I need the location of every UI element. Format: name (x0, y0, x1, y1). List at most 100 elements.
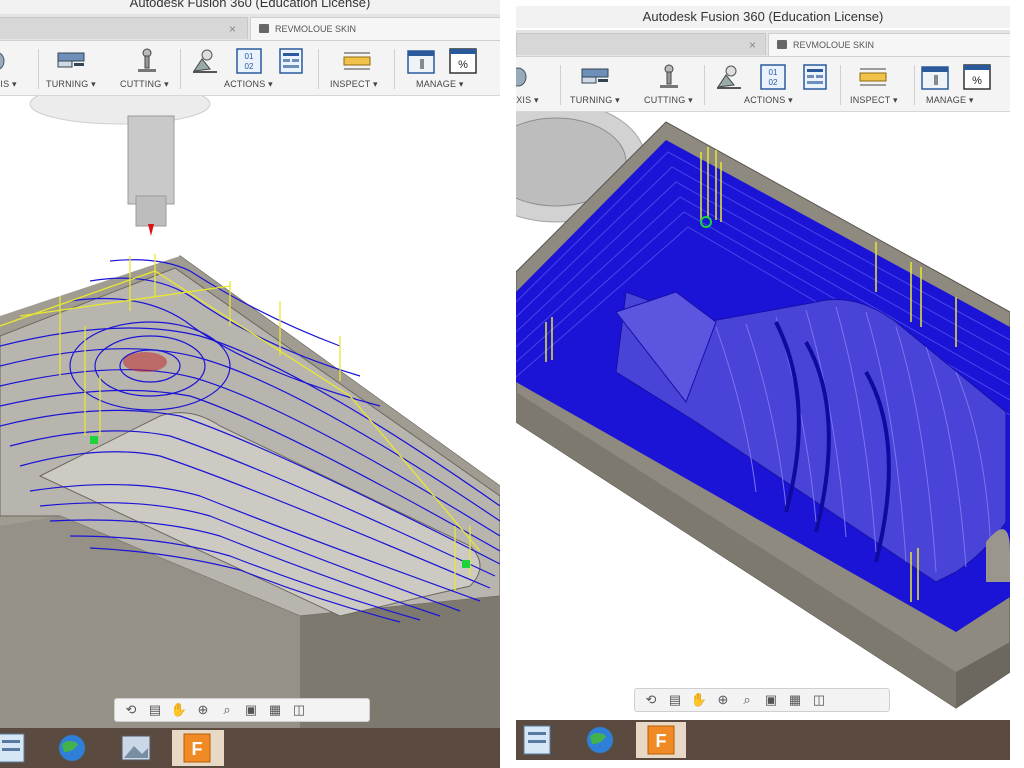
separator (38, 49, 39, 89)
setup-sheet-icon[interactable] (800, 63, 830, 91)
fusion-taskbar-button[interactable]: F (172, 730, 224, 766)
tab-bar: × REVMOLOUE SKIN (516, 30, 1010, 57)
post-process-icon[interactable]: 01 02 (758, 63, 788, 91)
cutting-icon[interactable] (132, 47, 162, 75)
tool-tip-shape (148, 224, 154, 236)
file-icon[interactable] (0, 730, 34, 766)
measure-icon[interactable] (858, 63, 888, 91)
close-icon[interactable]: × (749, 34, 756, 56)
toolpath-graphic[interactable] (516, 112, 1010, 720)
turning-label[interactable]: TURNING ▾ (570, 95, 620, 106)
setup-sheet-icon[interactable] (276, 47, 306, 75)
axis-label[interactable]: AXIS ▾ (516, 95, 539, 106)
inspect-label[interactable]: INSPECT ▾ (330, 79, 378, 90)
svg-text:%: % (458, 59, 468, 71)
actions-group: 01 02 ACTIONS ▾ (184, 41, 316, 95)
separator (914, 65, 915, 105)
zoom-icon[interactable]: ⌕ (217, 701, 237, 719)
simulate-icon[interactable] (190, 47, 220, 75)
separator (560, 65, 561, 105)
tool-library-icon[interactable] (920, 63, 950, 91)
tab-label: REVMOLOUE SKIN (275, 24, 357, 34)
tool-shank-shape (135, 195, 167, 227)
zoom-window-icon[interactable]: ⊕ (713, 691, 733, 709)
image-icon[interactable] (116, 730, 156, 766)
ribbon-toolbar: AXIS ▾ TURNING ▾ CUTTING ▾ (516, 57, 1010, 112)
manage-group: % MANAGE ▾ (918, 57, 1008, 111)
display-settings-icon[interactable]: ▣ (241, 701, 261, 719)
look-at-icon[interactable]: ▤ (665, 691, 685, 709)
inspect-group: INSPECT ▾ (322, 41, 392, 95)
canvas-viewport[interactable]: ⟲ ▤ ✋ ⊕ ⌕ ▣ ▦ ◫ (0, 96, 500, 728)
separator (318, 49, 319, 89)
svg-text:01: 01 (245, 52, 254, 61)
close-icon[interactable]: × (229, 18, 236, 40)
actions-label[interactable]: ACTIONS ▾ (224, 79, 273, 90)
viewports-icon[interactable]: ◫ (809, 691, 829, 709)
tab-inactive[interactable]: × (516, 33, 766, 55)
taskbar: F (516, 720, 1010, 760)
actions-group: 01 02 ACTIONS ▾ (708, 57, 838, 111)
svg-text:F: F (192, 739, 203, 759)
separator (180, 49, 181, 89)
axis-label[interactable]: AXIS ▾ (0, 79, 17, 90)
toolpath-marker (462, 560, 470, 568)
inspect-group: INSPECT ▾ (844, 57, 914, 111)
axis-icon[interactable] (0, 47, 18, 75)
navigation-bar: ⟲ ▤ ✋ ⊕ ⌕ ▣ ▦ ◫ (114, 698, 370, 722)
inspect-label[interactable]: INSPECT ▾ (850, 95, 898, 106)
turning-label[interactable]: TURNING ▾ (46, 79, 96, 90)
cube-icon (777, 40, 787, 49)
cutting-label[interactable]: CUTTING ▾ (644, 95, 693, 106)
manage-label[interactable]: MANAGE ▾ (416, 79, 464, 90)
fusion-icon: F (647, 725, 675, 755)
turning-group: TURNING ▾ (42, 41, 110, 95)
zoom-icon[interactable]: ⌕ (737, 691, 757, 709)
tab-active[interactable]: REVMOLOUE SKIN (768, 33, 1010, 56)
display-settings-icon[interactable]: ▣ (761, 691, 781, 709)
post-process-icon[interactable]: 01 02 (234, 47, 264, 75)
pan-icon[interactable]: ✋ (169, 701, 189, 719)
axis-group: AXIS ▾ (516, 57, 550, 111)
separator (704, 65, 705, 105)
orbit-icon[interactable]: ⟲ (121, 701, 141, 719)
grid-icon[interactable]: ▦ (785, 691, 805, 709)
svg-text:01: 01 (769, 68, 778, 77)
globe-icon[interactable] (52, 730, 92, 766)
cutting-group: CUTTING ▾ (636, 57, 700, 111)
tool-library-icon[interactable] (406, 47, 436, 75)
page-margin (1010, 0, 1024, 768)
cutting-icon[interactable] (654, 63, 684, 91)
measure-icon[interactable] (342, 47, 372, 75)
post-library-icon[interactable]: % (962, 63, 992, 91)
pan-icon[interactable]: ✋ (689, 691, 709, 709)
zoom-window-icon[interactable]: ⊕ (193, 701, 213, 719)
right-screenshot-panel: Autodesk Fusion 360 (Education License) … (516, 0, 1010, 768)
svg-text:02: 02 (245, 62, 254, 71)
turning-icon[interactable] (580, 63, 610, 91)
look-at-icon[interactable]: ▤ (145, 701, 165, 719)
panel-divider (500, 0, 516, 768)
post-library-icon[interactable]: % (448, 47, 478, 75)
actions-label[interactable]: ACTIONS ▾ (744, 95, 793, 106)
fusion-taskbar-button[interactable]: F (636, 722, 686, 758)
svg-text:02: 02 (769, 78, 778, 87)
turning-icon[interactable] (56, 47, 86, 75)
axis-icon[interactable] (516, 63, 540, 91)
window-title: Autodesk Fusion 360 (Education License) (516, 6, 1010, 28)
tab-inactive[interactable]: × (0, 17, 248, 39)
cube-icon (259, 24, 269, 33)
simulate-icon[interactable] (714, 63, 744, 91)
tab-active[interactable]: REVMOLOUE SKIN (250, 17, 500, 40)
orbit-icon[interactable]: ⟲ (641, 691, 661, 709)
cutting-label[interactable]: CUTTING ▾ (120, 79, 169, 90)
toolpath-graphic[interactable] (0, 96, 500, 728)
tab-label: REVMOLOUE SKIN (793, 40, 875, 50)
globe-icon[interactable] (580, 722, 620, 758)
ribbon-toolbar: AXIS ▾ TURNING ▾ CUTTING ▾ (0, 41, 500, 96)
file-icon[interactable] (520, 722, 560, 758)
viewports-icon[interactable]: ◫ (289, 701, 309, 719)
canvas-viewport[interactable]: ⟲ ▤ ✋ ⊕ ⌕ ▣ ▦ ◫ (516, 112, 1010, 720)
grid-icon[interactable]: ▦ (265, 701, 285, 719)
manage-label[interactable]: MANAGE ▾ (926, 95, 974, 106)
